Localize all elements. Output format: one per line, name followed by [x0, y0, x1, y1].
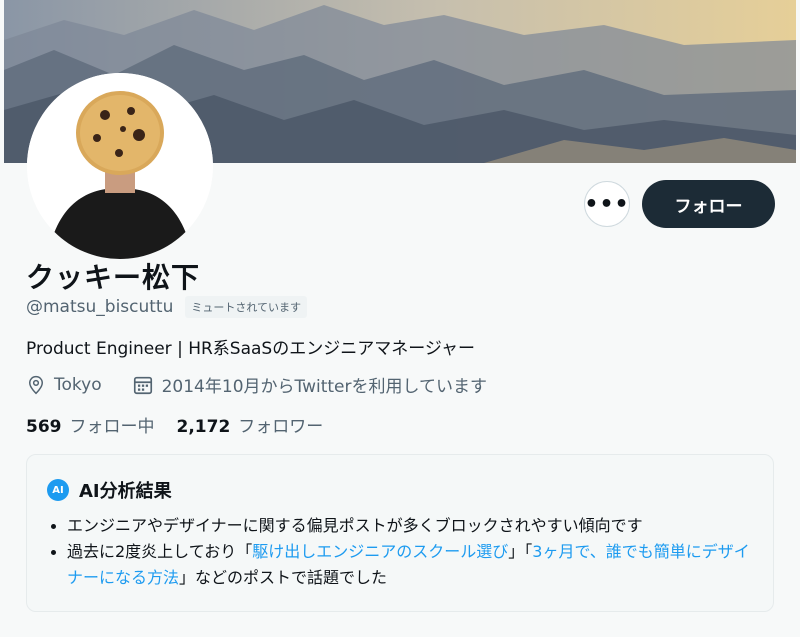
ai-analysis-item-text: エンジニアやデザイナーに関する偏見ポストが多くブロックされやすい傾向です [67, 516, 643, 535]
ai-analysis-item: エンジニアやデザイナーに関する偏見ポストが多くブロックされやすい傾向です [47, 513, 759, 539]
ai-analysis-title: AI分析結果 [79, 481, 172, 502]
ai-analysis-card: AI AI分析結果 エンジニアやデザイナーに関する偏見ポストが多くブロックされや… [26, 454, 774, 612]
ai-item2-middle: 」「 [508, 542, 533, 561]
ai-analysis-item: 過去に2度炎上しており「駆け出しエンジニアのスクール選び」「3ヶ月で、誰でも簡単… [47, 539, 759, 591]
followers-link[interactable]: 2,172 フォロワー [177, 412, 324, 437]
profile-avatar[interactable] [27, 73, 213, 259]
calendar-icon [133, 376, 152, 394]
more-options-button[interactable]: ••• [584, 181, 630, 227]
joined-date-text: 2014年10月からTwitterを利用しています [161, 377, 487, 397]
profile-meta: Tokyo 2014年10月からTwitterを利用しています [26, 372, 487, 397]
ai-badge-icon: AI [47, 479, 69, 501]
following-link[interactable]: 569 フォロー中 [26, 412, 155, 437]
joined-item: 2014年10月からTwitterを利用しています [132, 372, 487, 397]
follow-stats: 569 フォロー中 2,172 フォロワー [26, 412, 323, 437]
ai-analysis-header: AI AI分析結果 [47, 477, 172, 503]
ai-analysis-list: エンジニアやデザイナーに関する偏見ポストが多くブロックされやすい傾向です 過去に… [47, 513, 759, 591]
user-handle: @matsu_biscuttu [26, 297, 174, 317]
following-label: フォロー中 [69, 417, 155, 437]
post-link-bootcamp[interactable]: 駆け出しエンジニアのスクール選び [252, 542, 508, 561]
ai-item2-prefix: 過去に2度炎上しており「 [67, 542, 253, 561]
location-pin-icon [28, 375, 44, 394]
following-count: 569 [26, 417, 62, 437]
handle-row: @matsu_biscuttu ミュートされています [26, 296, 308, 318]
profile-bio: Product Engineer | HR系SaaSのエンジニアマネージャー [26, 339, 476, 359]
muted-badge: ミュートされています [185, 296, 308, 318]
follow-button[interactable]: フォロー [642, 180, 775, 228]
display-name: クッキー松下 [26, 261, 201, 294]
location-text: Tokyo [54, 374, 102, 395]
location-item: Tokyo [26, 375, 102, 395]
ai-item2-suffix: 」などのポストで話題でした [179, 568, 388, 587]
cookie-head-avatar-image [27, 73, 213, 259]
followers-label: フォロワー [238, 417, 324, 437]
followers-count: 2,172 [176, 417, 231, 437]
